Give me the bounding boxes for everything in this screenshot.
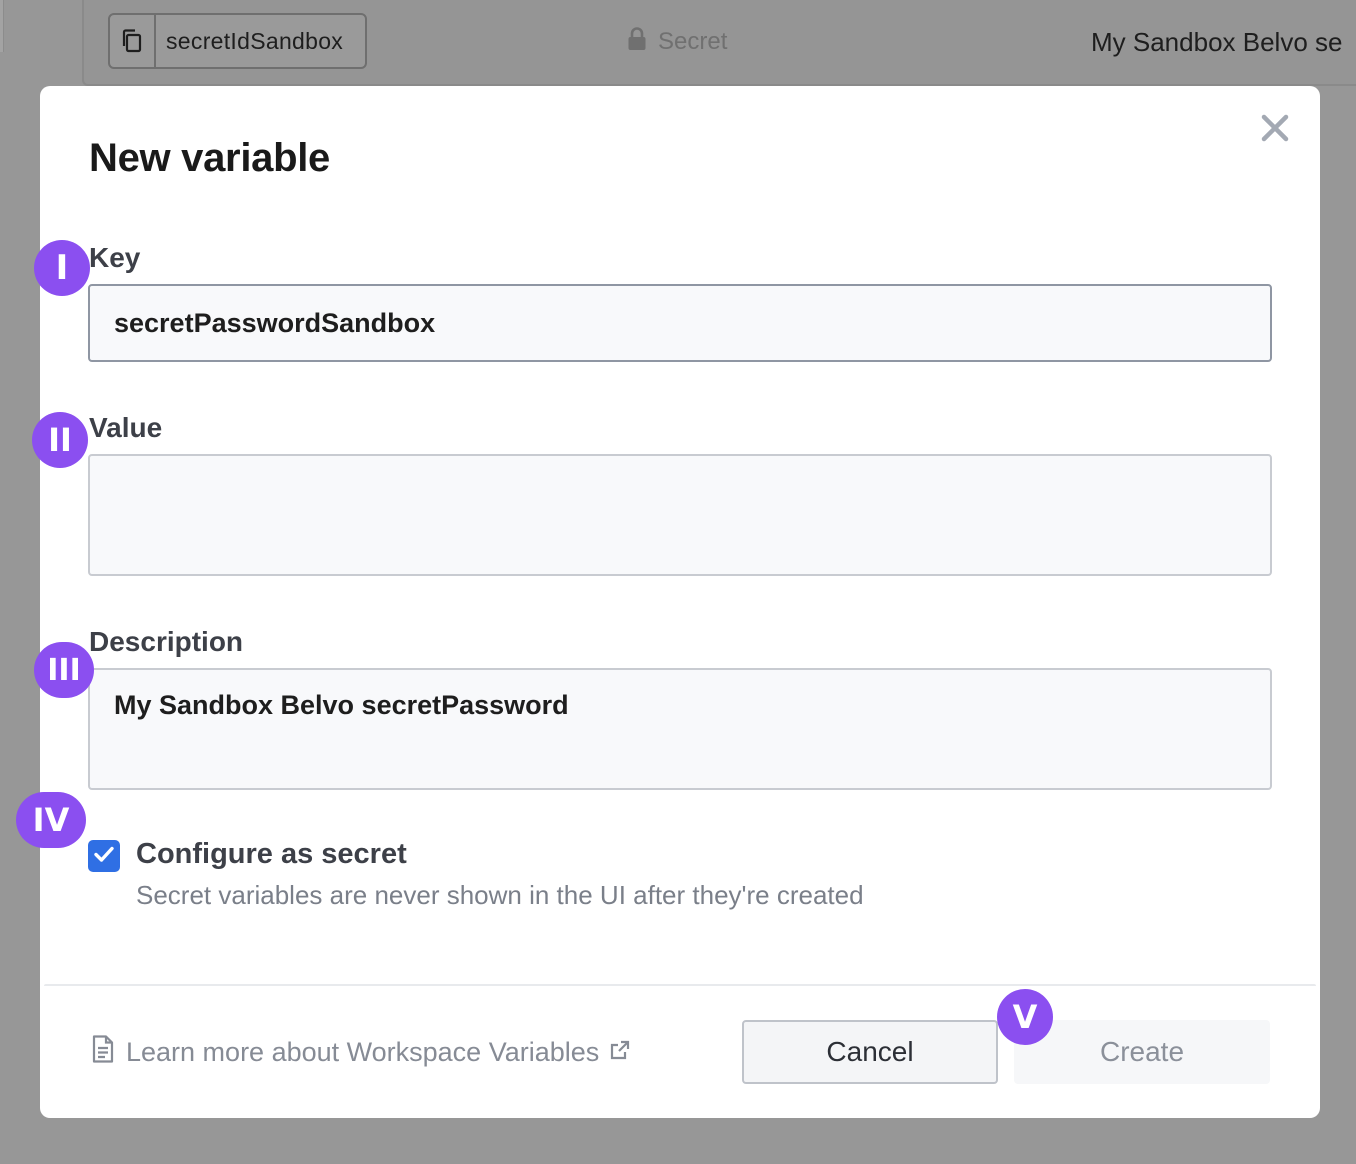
- checkmark-icon: [92, 842, 116, 871]
- configure-secret-checkbox[interactable]: [88, 840, 120, 872]
- background-secret-badge: Secret: [626, 26, 727, 58]
- learn-more-text: Learn more about Workspace Variables: [126, 1036, 600, 1067]
- document-icon: [90, 1034, 116, 1071]
- value-label: Value: [89, 412, 163, 443]
- cancel-button[interactable]: Cancel: [742, 1020, 998, 1084]
- background-secret-text: Secret: [658, 28, 728, 55]
- annotation-marker-1: I: [34, 240, 90, 296]
- value-input[interactable]: [88, 454, 1272, 576]
- background-key-chip: secretIdSandbox: [108, 13, 367, 69]
- description-input[interactable]: My Sandbox Belvo secretPassword: [88, 668, 1272, 790]
- modal-title: New variable: [89, 136, 330, 180]
- key-input[interactable]: [88, 284, 1272, 362]
- background-key-text: secretIdSandbox: [166, 27, 344, 54]
- configure-secret-help: Secret variables are never shown in the …: [136, 880, 864, 910]
- create-button[interactable]: Create: [1014, 1020, 1270, 1084]
- close-button[interactable]: [1255, 110, 1295, 150]
- key-label: Key: [89, 242, 141, 273]
- footer-divider: [44, 984, 1316, 986]
- lock-icon: [626, 26, 648, 59]
- copy-icon: [110, 15, 156, 67]
- configure-secret-label[interactable]: Configure as secret: [136, 838, 407, 871]
- annotation-marker-3: III: [34, 642, 94, 698]
- description-label: Description: [89, 626, 244, 657]
- annotation-marker-5: V: [997, 989, 1053, 1045]
- background-description-text: My Sandbox Belvo se: [1091, 27, 1343, 57]
- annotation-marker-4: IV: [16, 792, 86, 848]
- external-link-icon: [609, 1037, 631, 1068]
- annotation-marker-2: II: [32, 412, 88, 468]
- learn-more-link[interactable]: Learn more about Workspace Variables: [90, 1034, 631, 1070]
- background-sidebar-edge: [0, 0, 4, 52]
- new-variable-modal: New variable Key Value Description My Sa…: [40, 86, 1320, 1118]
- close-icon: [1260, 113, 1290, 148]
